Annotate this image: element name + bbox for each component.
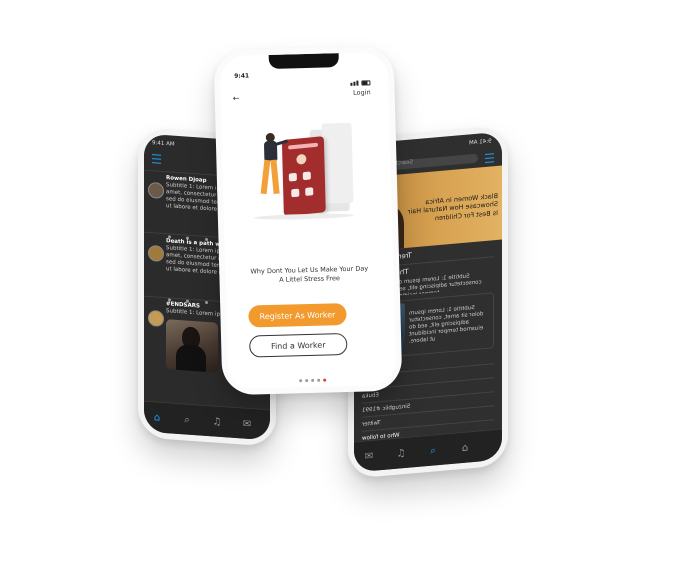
register-as-worker-button[interactable]: Register As Worker <box>248 303 347 328</box>
search-icon[interactable]: ⌕ <box>182 414 192 426</box>
login-link[interactable]: Login <box>353 88 371 96</box>
avatar[interactable] <box>148 309 164 327</box>
page-dot[interactable] <box>298 379 302 383</box>
status-time: 9:41 AM <box>469 138 492 147</box>
center-phone-screen: 9:41 ← Login Why Dont You Let Us Make Yo… <box>219 51 397 390</box>
search-icon[interactable]: ⌕ <box>428 445 438 457</box>
status-time: 9:41 AM <box>152 140 175 148</box>
home-icon[interactable]: ⌂ <box>152 412 162 424</box>
find-a-worker-button[interactable]: Find a Worker <box>248 333 348 358</box>
menu-icon[interactable] <box>152 154 161 164</box>
page-dot[interactable] <box>310 378 314 382</box>
hero-illustration <box>251 122 364 226</box>
status-time: 9:41 <box>234 72 250 80</box>
page-dot[interactable] <box>304 379 308 383</box>
mail-icon[interactable]: ✉ <box>364 451 374 463</box>
mail-icon[interactable]: ✉ <box>242 419 252 431</box>
tagline: Why Dont You Let Us Make Your Day A Litt… <box>250 264 369 284</box>
bell-icon[interactable]: ♫ <box>212 416 222 428</box>
media-card-text: Subtitle 1: Lorem ipsum dolor sit amet, … <box>409 304 484 345</box>
avatar[interactable] <box>148 244 164 262</box>
notch <box>268 53 339 69</box>
page-dot-active[interactable] <box>322 378 326 382</box>
tweet-image[interactable] <box>166 318 218 373</box>
menu-icon[interactable] <box>485 153 494 164</box>
bell-icon[interactable]: ♫ <box>396 448 406 460</box>
signal-icons <box>350 70 374 86</box>
center-phone: 9:41 ← Login Why Dont You Let Us Make Yo… <box>213 45 403 396</box>
back-arrow-icon[interactable]: ← <box>233 94 240 103</box>
page-dot[interactable] <box>316 378 320 382</box>
home-icon[interactable]: ⌂ <box>460 442 470 454</box>
hero-caption: Black Women in Africa Showcase How Natur… <box>407 191 498 223</box>
avatar[interactable] <box>148 181 164 199</box>
tab-bar: ⌂ ⌕ ♫ ✉ <box>144 400 270 441</box>
page-indicator <box>228 365 396 383</box>
